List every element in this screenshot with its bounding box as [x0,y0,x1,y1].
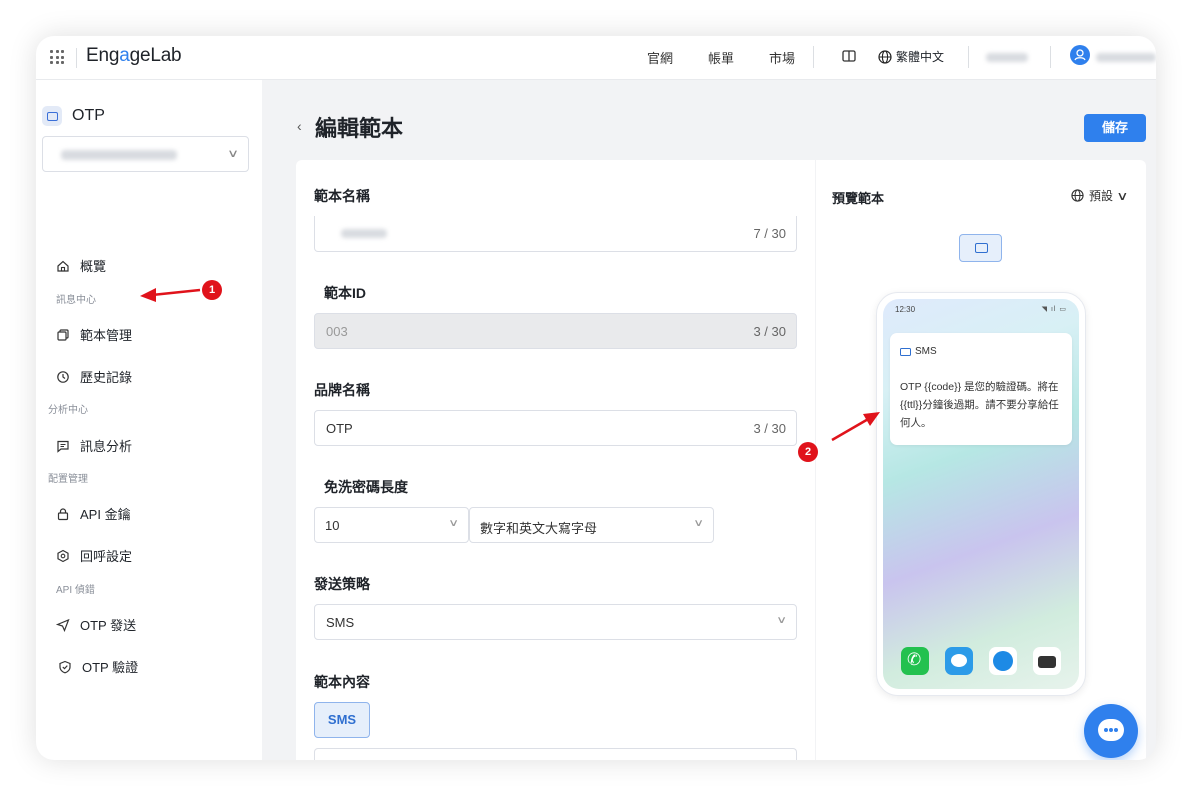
annotation-badge-2: 2 [798,442,818,462]
annotation-arrow-1 [140,288,880,442]
annotation-badge-1: 1 [202,280,222,300]
